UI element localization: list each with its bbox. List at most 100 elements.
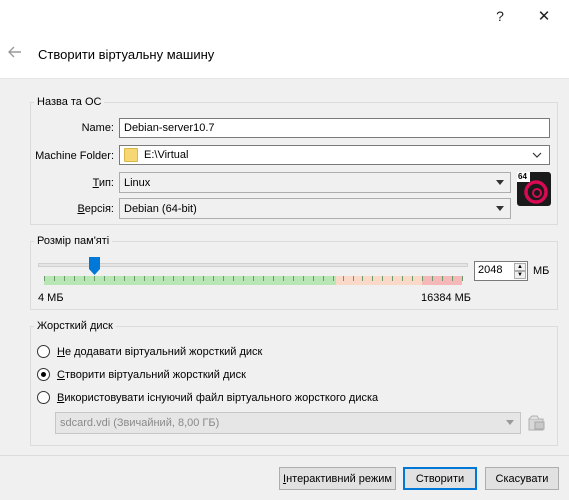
hard-disk-legend: Жорсткий диск — [34, 320, 116, 332]
slider-tick — [313, 276, 314, 281]
slider-tick — [382, 276, 383, 281]
slider-tick — [153, 276, 154, 281]
folder-combo[interactable]: E:\Virtual — [119, 145, 550, 165]
type-value: Linux — [124, 177, 151, 189]
slider-tick — [124, 276, 125, 281]
name-label: Name: — [81, 122, 114, 134]
type-label: Тип: — [92, 177, 114, 189]
slider-tick — [84, 276, 85, 281]
slider-tick — [293, 276, 294, 281]
slider-tick — [402, 276, 403, 281]
memory-spinbox[interactable]: 2048 ▲ ▼ — [474, 261, 528, 281]
back-arrow-icon[interactable] — [8, 45, 22, 63]
close-icon: ✕ — [537, 8, 551, 25]
slider-tick — [333, 276, 334, 281]
version-label: Версія: — [77, 203, 114, 215]
slider-tick — [233, 276, 234, 281]
wizard-header: Створити віртуальну машину — [0, 32, 569, 78]
memory-max-label: 16384 МБ — [421, 292, 472, 304]
expert-mode-button[interactable]: Інтерактивний режим — [279, 467, 396, 490]
slider-tick — [54, 276, 55, 281]
slider-tick — [223, 276, 224, 281]
slider-tick — [273, 276, 274, 281]
slider-tick — [283, 276, 284, 281]
slider-tick — [412, 276, 413, 281]
radio-button-selected[interactable] — [37, 368, 50, 381]
name-input[interactable]: Debian-server10.7 — [119, 118, 550, 138]
slider-tick — [114, 276, 115, 281]
existing-disk-value: sdcard.vdi (Звичайний, 8,00 ГБ) — [60, 417, 220, 429]
dropdown-arrow-icon — [496, 206, 504, 211]
slider-tick — [64, 276, 65, 281]
version-value: Debian (64-bit) — [124, 203, 197, 215]
slider-tick — [462, 276, 463, 281]
slider-tick — [253, 276, 254, 281]
expert-mode-label: Інтерактивний режим — [283, 472, 392, 485]
slider-tick — [144, 276, 145, 281]
slider-tick — [432, 276, 433, 281]
slider-tick — [44, 276, 45, 281]
title-bar: ? ✕ — [0, 0, 569, 32]
slider-warning-zone — [336, 276, 422, 285]
slider-tick — [343, 276, 344, 281]
folder-icon — [124, 148, 138, 162]
radio-existing-disk[interactable]: Використовувати існуючий файл віртуально… — [37, 390, 537, 406]
radio-label: Не додавати віртуальний жорсткий диск — [57, 346, 263, 358]
version-combo[interactable]: Debian (64-bit) — [119, 198, 511, 219]
memory-legend: Розмір пам'яті — [34, 235, 113, 247]
slider-tick — [452, 276, 453, 281]
folder-label: Machine Folder: — [35, 150, 114, 162]
slider-tick — [362, 276, 363, 281]
radio-no-disk[interactable]: Не додавати віртуальний жорсткий диск — [37, 344, 437, 360]
radio-button[interactable] — [37, 391, 50, 404]
header-divider — [0, 78, 569, 79]
slider-tick — [134, 276, 135, 281]
slider-tick — [94, 276, 95, 281]
radio-button[interactable] — [37, 345, 50, 358]
memory-unit: МБ — [533, 265, 550, 277]
radio-label: Використовувати існуючий файл віртуально… — [57, 392, 379, 404]
slider-tick — [323, 276, 324, 281]
type-combo[interactable]: Linux — [119, 172, 511, 193]
slider-tick — [213, 276, 214, 281]
slider-tick — [163, 276, 164, 281]
chevron-down-icon — [532, 150, 542, 164]
slider-tick — [243, 276, 244, 281]
spin-down-button[interactable]: ▼ — [514, 271, 526, 279]
radio-label: Створити віртуальний жорсткий диск — [57, 369, 246, 381]
choose-disk-file-icon — [527, 413, 547, 433]
debian-64-icon: 64 — [517, 172, 551, 206]
slider-tick — [74, 276, 75, 281]
slider-tick — [173, 276, 174, 281]
slider-tick — [372, 276, 373, 281]
cancel-button[interactable]: Скасувати — [485, 467, 559, 490]
slider-tick — [392, 276, 393, 281]
os-badge: 64 — [518, 172, 527, 181]
spin-up-button[interactable]: ▲ — [514, 263, 526, 271]
slider-tick — [104, 276, 105, 281]
slider-tick — [193, 276, 194, 281]
help-button[interactable]: ? — [477, 0, 523, 32]
dropdown-arrow-icon — [506, 420, 514, 425]
folder-value: E:\Virtual — [144, 149, 189, 161]
memory-slider-thumb[interactable] — [89, 257, 100, 275]
cancel-label: Скасувати — [495, 472, 549, 485]
spin-buttons: ▲ ▼ — [514, 263, 526, 279]
memory-min-label: 4 МБ — [38, 292, 64, 304]
existing-disk-combo: sdcard.vdi (Звичайний, 8,00 ГБ) — [55, 412, 521, 434]
slider-tick — [183, 276, 184, 281]
close-button[interactable]: ✕ — [521, 0, 567, 32]
memory-slider-track[interactable] — [38, 263, 468, 267]
slider-tick — [422, 276, 423, 281]
name-os-legend: Назва та ОС — [34, 96, 105, 108]
slider-tick — [353, 276, 354, 281]
slider-tick — [303, 276, 304, 281]
slider-tick — [203, 276, 204, 281]
page-title: Створити віртуальну машину — [38, 47, 215, 62]
slider-tick — [263, 276, 264, 281]
dropdown-arrow-icon — [496, 180, 504, 185]
memory-value: 2048 — [478, 264, 503, 276]
radio-create-disk[interactable]: Створити віртуальний жорсткий диск — [37, 367, 437, 383]
dialog-footer: Інтерактивний режим Створити Скасувати — [0, 456, 569, 500]
create-button[interactable]: Створити — [403, 467, 477, 490]
